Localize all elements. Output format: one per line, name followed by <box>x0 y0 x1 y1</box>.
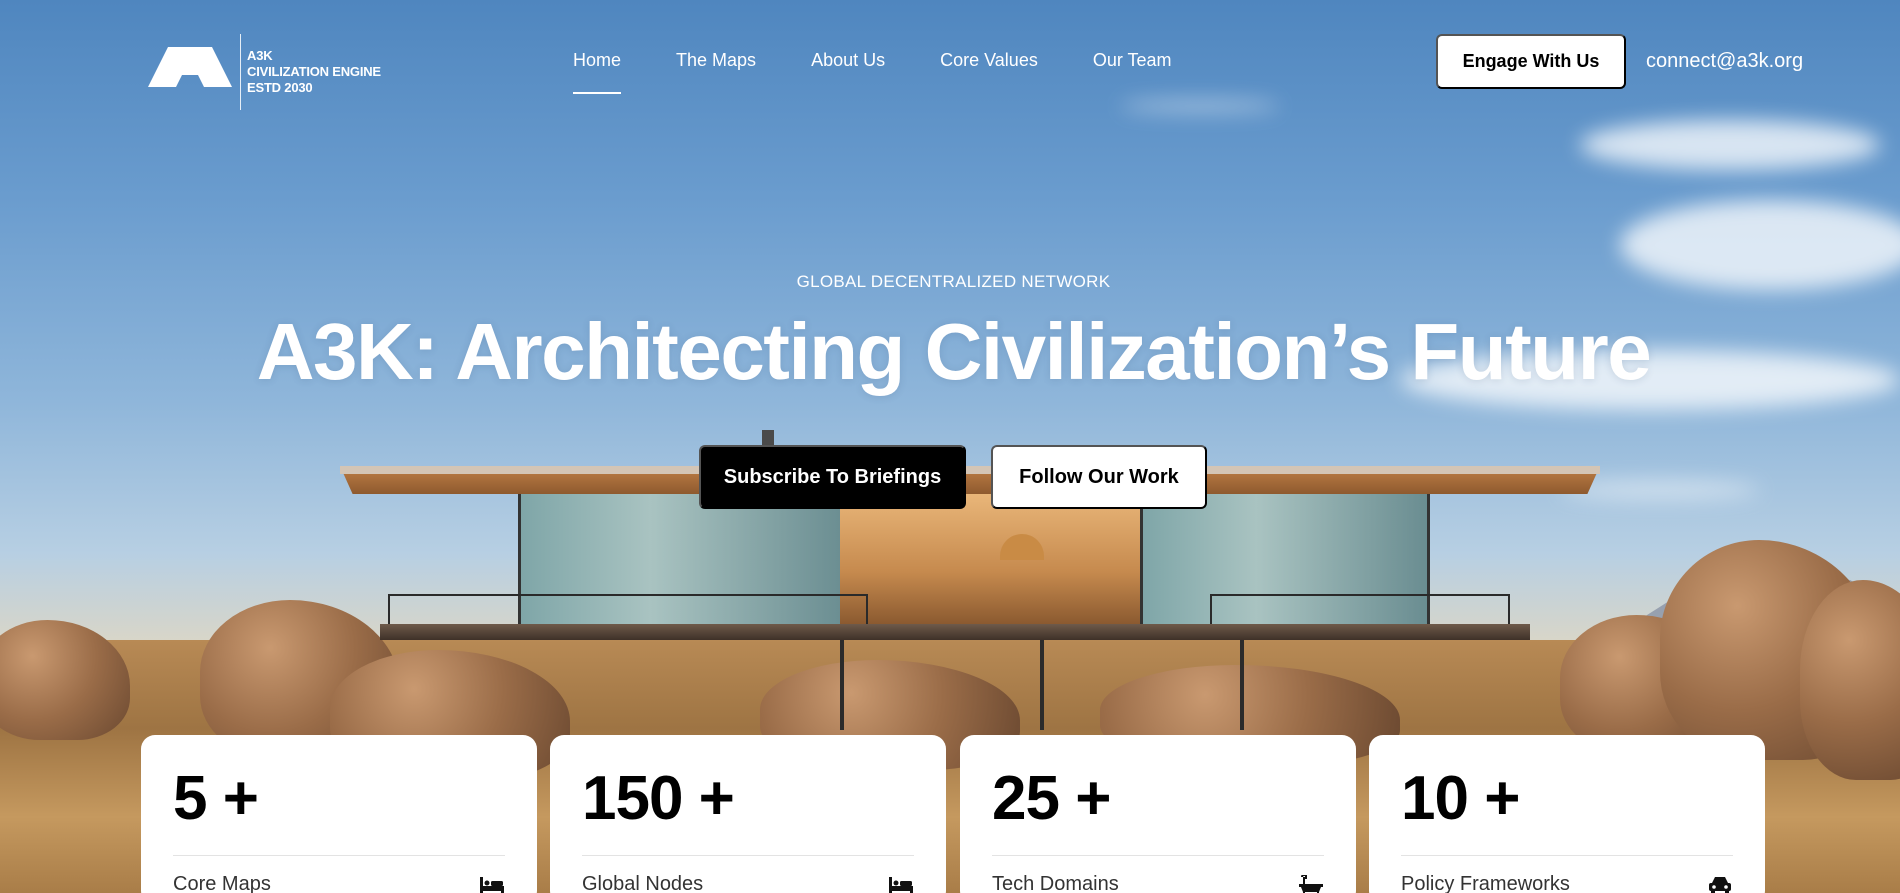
brand-logo[interactable]: A3K CIVILIZATION ENGINE ESTD 2030 <box>146 34 381 110</box>
card-divider <box>173 855 505 856</box>
main-menu: Home The Maps About Us Core Values Our T… <box>573 50 1227 94</box>
card-divider <box>582 855 914 856</box>
stat-label: Global Nodes <box>582 873 704 893</box>
logo-mark-icon <box>146 43 234 101</box>
stat-card-global-nodes: 150 + Global Nodes <box>550 735 946 893</box>
nav-the-maps[interactable]: The Maps <box>676 50 756 71</box>
stat-card-policy-frameworks: 10 + Policy Frameworks <box>1369 735 1765 893</box>
hero-eyebrow: GLOBAL DECENTRALIZED NETWORK <box>796 272 1111 291</box>
follow-button[interactable]: Follow Our Work <box>991 445 1207 509</box>
bathtub-icon <box>1299 875 1323 893</box>
brand-line-1: A3K <box>247 48 273 63</box>
subscribe-button[interactable]: Subscribe To Briefings <box>699 445 966 509</box>
stat-value: 150 + <box>582 764 735 833</box>
modern-house-illustration <box>340 430 1600 730</box>
stat-card-core-maps: 5 + Core Maps <box>141 735 537 893</box>
top-navigation: A3K CIVILIZATION ENGINE ESTD 2030 Home T… <box>0 0 1900 120</box>
stat-label: Core Maps <box>173 873 271 893</box>
bed-icon <box>889 877 913 893</box>
contact-email-link[interactable]: connect@a3k.org <box>1646 50 1803 73</box>
nav-our-team[interactable]: Our Team <box>1093 50 1172 71</box>
stat-value: 25 + <box>992 764 1111 833</box>
stat-card-tech-domains: 25 + Tech Domains <box>960 735 1356 893</box>
nav-core-values[interactable]: Core Values <box>940 50 1038 71</box>
engage-button[interactable]: Engage With Us <box>1436 34 1626 89</box>
brand-line-2: CIVILIZATION ENGINE <box>247 64 381 79</box>
brand-text: A3K CIVILIZATION ENGINE ESTD 2030 <box>247 48 381 96</box>
hero-headline: A3K: Architecting Civilization’s Future <box>256 307 1652 396</box>
logo-divider <box>240 34 241 110</box>
brand-line-3: ESTD 2030 <box>247 80 313 95</box>
card-divider <box>992 855 1324 856</box>
nav-home[interactable]: Home <box>573 50 622 94</box>
stat-value: 10 + <box>1401 764 1520 833</box>
card-divider <box>1401 855 1733 856</box>
nav-about-us[interactable]: About Us <box>811 50 885 71</box>
stat-label: Tech Domains <box>992 873 1119 893</box>
stat-value: 5 + <box>173 764 259 833</box>
stat-label: Policy Frameworks <box>1401 873 1570 893</box>
bed-icon <box>480 877 504 893</box>
car-icon <box>1709 877 1731 893</box>
